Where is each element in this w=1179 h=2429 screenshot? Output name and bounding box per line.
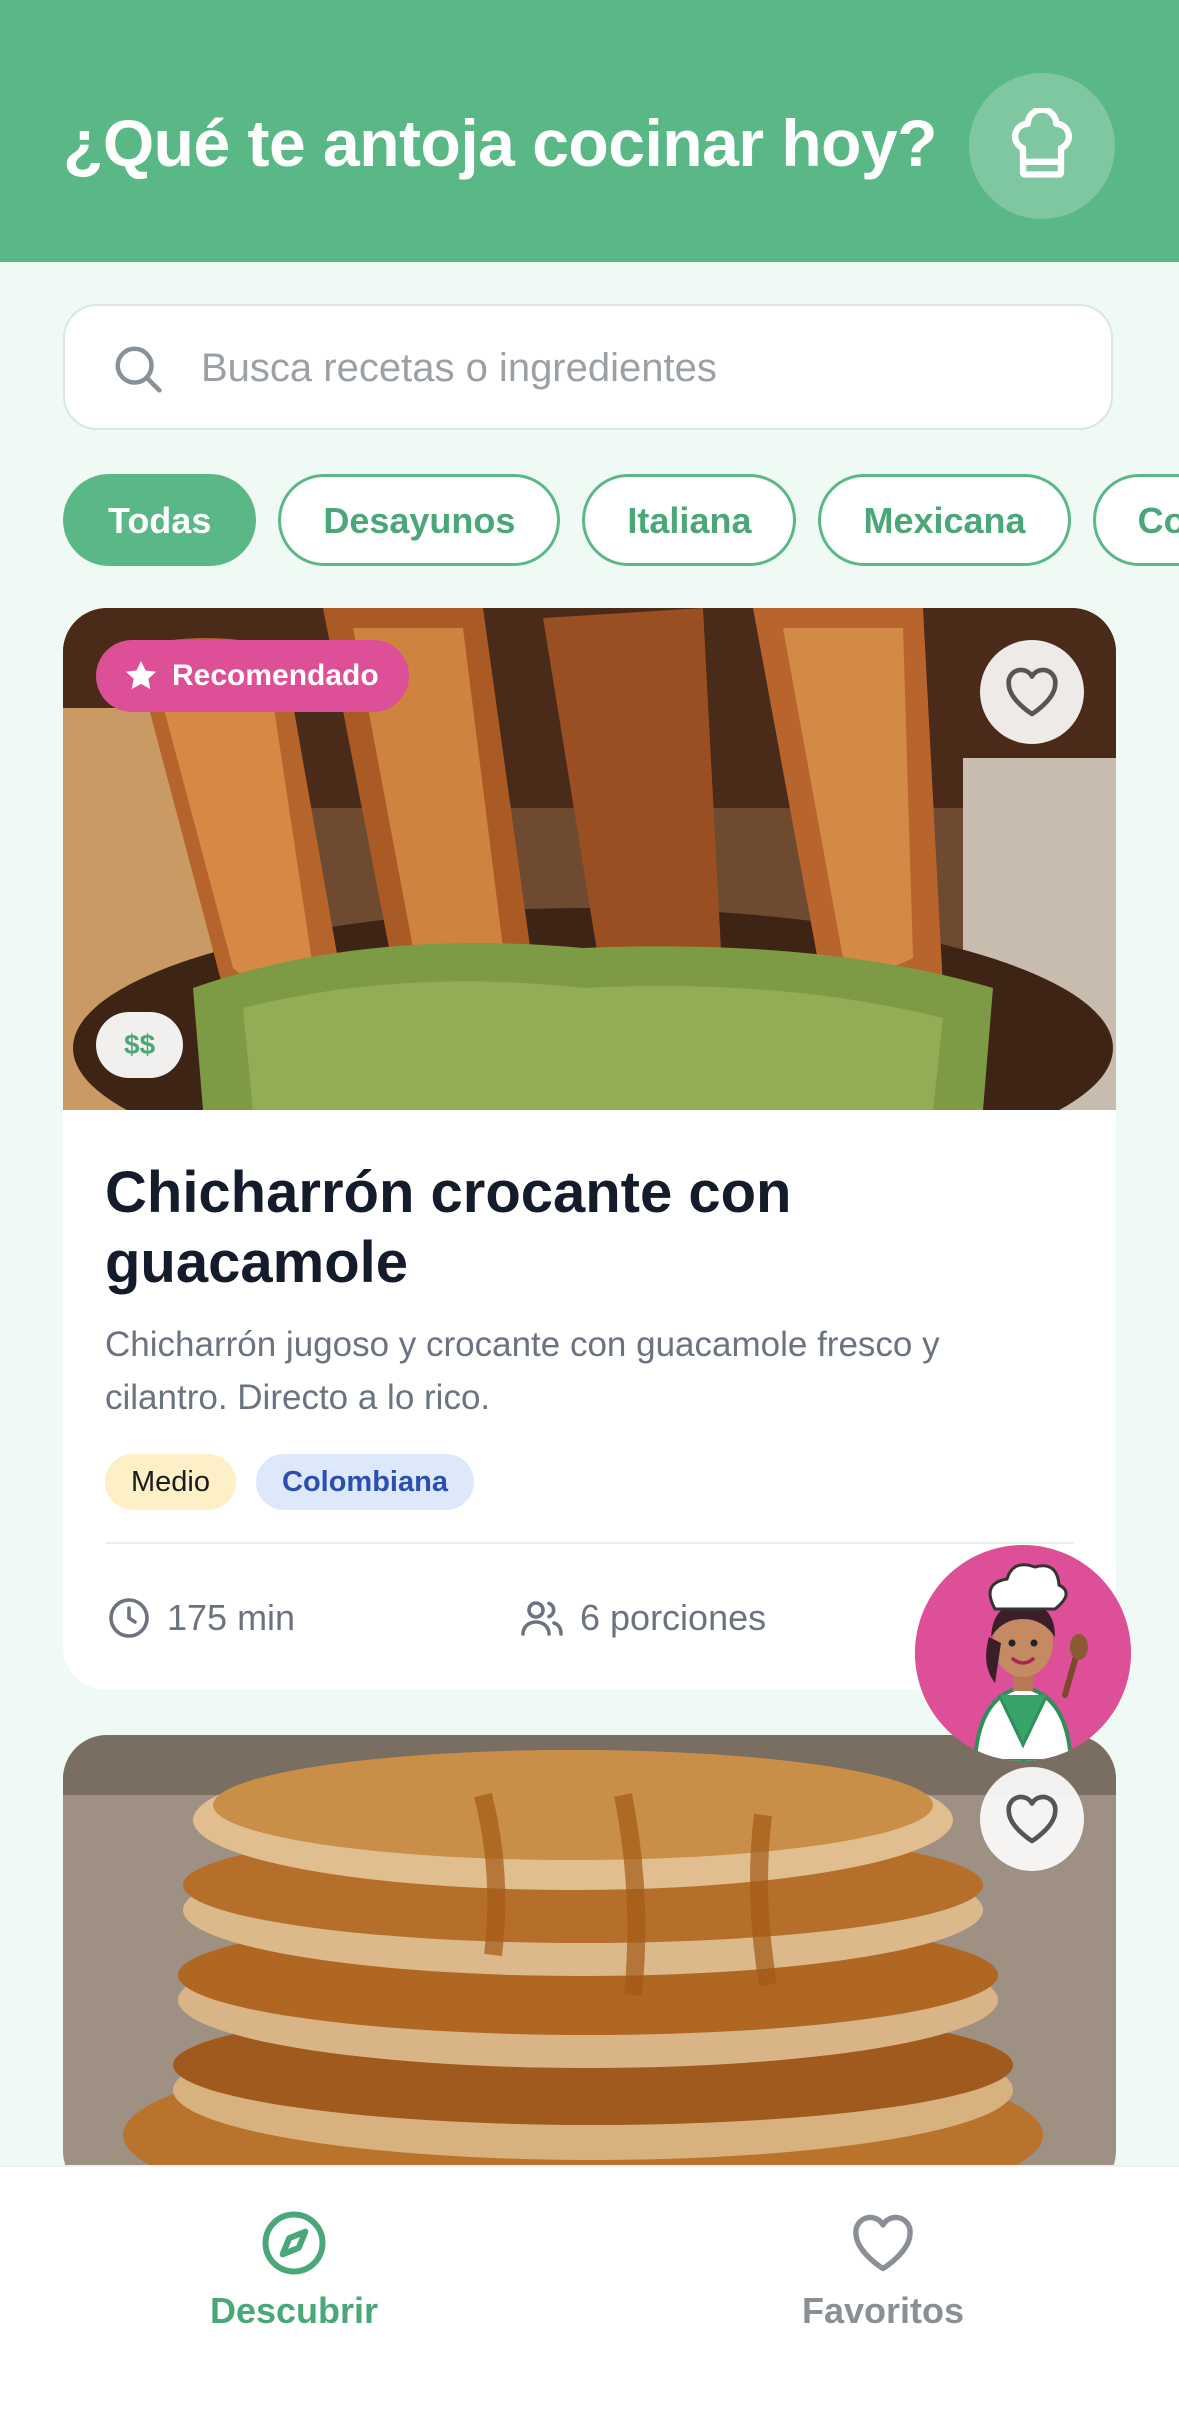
recommended-badge: Recomendado [96,640,409,712]
nav-favoritos[interactable]: Favoritos [683,2207,1083,2332]
compass-icon [262,2211,326,2275]
users-icon [521,1601,563,1636]
search-input[interactable] [199,332,1083,404]
favorite-button[interactable] [980,1767,1084,1871]
heart-icon [1006,667,1058,717]
app-header: ¿Qué te antoja cocinar hoy? [0,0,1179,262]
chip-italiana[interactable]: Italiana [582,474,797,566]
cook-time: 175 min [105,1594,295,1642]
chip-partial[interactable]: Co [1092,474,1179,566]
favorite-button[interactable] [980,640,1084,744]
heart-icon [853,2214,913,2272]
recipe-tags: Medio Colombiana [105,1454,494,1510]
clock-icon [109,1598,149,1638]
recipe-title: Chicharrón crocante con guacamole [105,1160,792,1295]
chef-hat-icon [1011,108,1073,178]
difficulty-tag: Medio [105,1454,236,1510]
heart-icon [1006,1794,1058,1844]
recommended-label: Recomendado [172,659,379,692]
page-title: ¿Qué te antoja cocinar hoy? [63,106,938,180]
nav-descubrir[interactable]: Descubrir [94,2207,494,2332]
recipe-card[interactable] [63,1735,1116,2195]
divider [105,1542,1074,1544]
search-bar[interactable] [63,304,1113,430]
nav-favoritos-label: Favoritos [801,2290,965,2331]
cook-time-label: 175 min [167,1597,296,1638]
category-filter: Todas Desayunos Italiana Mexicana Co [63,474,1179,566]
chip-mexicana[interactable]: Mexicana [818,474,1071,566]
recipe-card[interactable]: Recomendado $$ Chicharrón crocante con g… [63,608,1116,1690]
chef-avatar-icon [915,1545,1131,1761]
profile-button[interactable] [969,73,1115,219]
servings-label: 6 porciones [580,1597,767,1638]
recipe-description: Chicharrón jugoso y crocante con guacamo… [105,1325,940,1417]
price-badge: $$ [96,1012,184,1078]
search-icon [115,346,162,393]
servings: 6 porciones [518,1594,766,1642]
chef-assistant-button[interactable] [915,1545,1131,1761]
chip-todas[interactable]: Todas [63,474,257,566]
cuisine-tag: Colombiana [256,1454,474,1510]
chip-desayunos[interactable]: Desayunos [278,474,561,566]
bottom-navigation: Descubrir Favoritos [0,2165,1179,2429]
recipe-image [63,1735,1116,2195]
star-icon [125,660,157,690]
nav-descubrir-label: Descubrir [209,2290,379,2331]
